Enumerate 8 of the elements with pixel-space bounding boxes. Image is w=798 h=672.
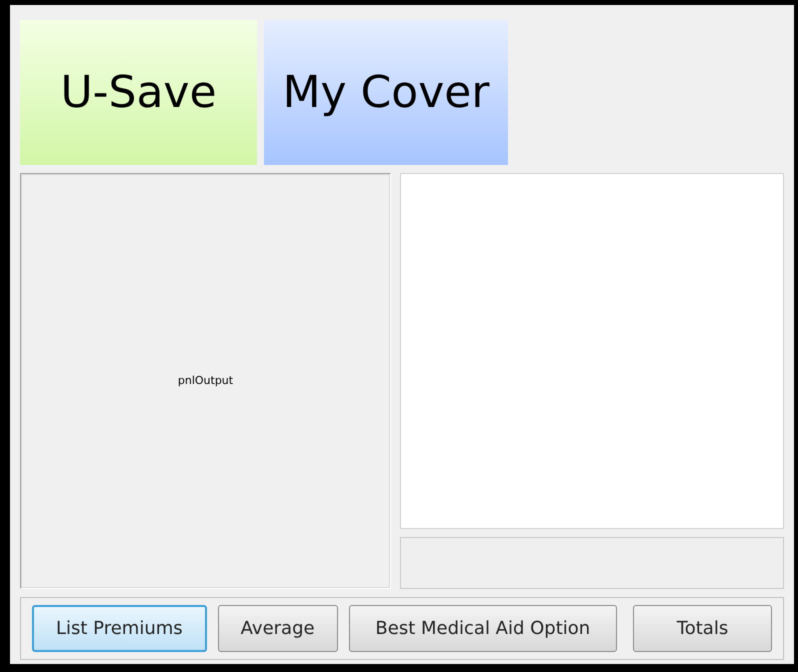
- action-button[interactable]: List Premiums: [32, 605, 207, 652]
- text-area[interactable]: [400, 173, 784, 529]
- header-panel: U-Save: [20, 20, 257, 165]
- action-button[interactable]: Totals: [633, 605, 772, 652]
- action-button[interactable]: Average: [218, 605, 338, 652]
- action-button[interactable]: Best Medical Aid Option: [348, 605, 618, 652]
- panel-label: pnlOutput: [178, 372, 234, 389]
- header-panel: My Cover: [264, 20, 508, 165]
